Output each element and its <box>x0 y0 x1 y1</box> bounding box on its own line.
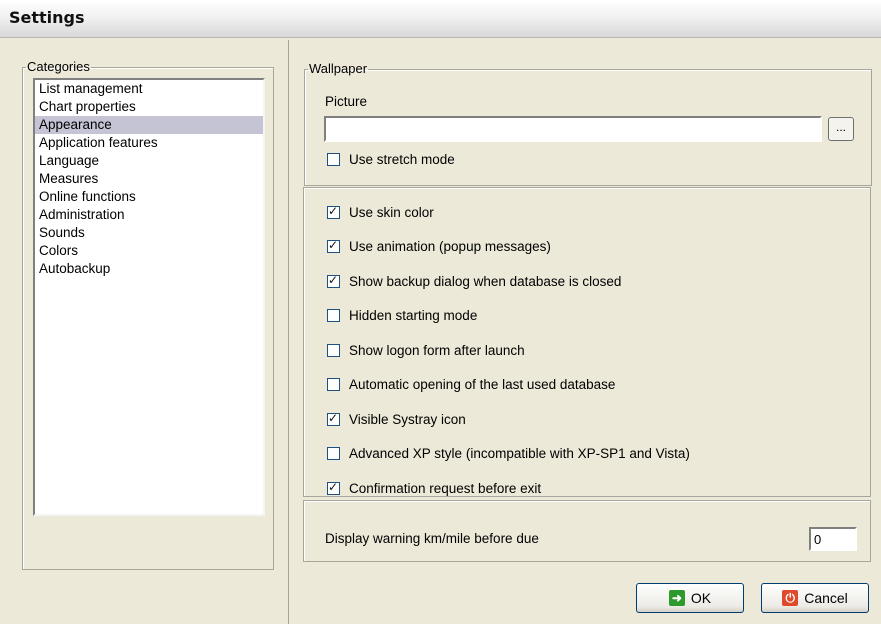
stretch-mode-label: Use stretch mode <box>349 151 455 167</box>
warning-value-input[interactable] <box>809 527 857 551</box>
category-item[interactable]: Autobackup <box>35 260 263 278</box>
cancel-button[interactable]: ⏻ Cancel <box>761 583 869 613</box>
category-item[interactable]: Appearance <box>35 116 263 134</box>
category-item[interactable]: Language <box>35 152 263 170</box>
option-label: Confirmation request before exit <box>349 480 542 496</box>
option-checkbox[interactable] <box>327 411 340 426</box>
ok-label: OK <box>690 590 712 606</box>
arrow-right-icon: ➜ <box>668 590 685 606</box>
option-checkbox-row[interactable]: Use skin color <box>327 203 434 221</box>
category-item[interactable]: Measures <box>35 170 263 188</box>
categories-legend: Categories <box>27 59 90 74</box>
option-label: Advanced XP style (incompatible with XP-… <box>349 445 690 461</box>
cancel-label: Cancel <box>804 590 848 606</box>
settings-window: Settings Categories List management Chart… <box>0 0 881 624</box>
stretch-mode-checkbox[interactable] <box>327 152 340 166</box>
option-checkbox[interactable] <box>327 446 340 460</box>
option-label: Use animation (popup messages) <box>349 238 551 254</box>
option-label: Show backup dialog when database is clos… <box>349 273 622 289</box>
option-checkbox-row[interactable]: Advanced XP style (incompatible with XP-… <box>327 444 690 462</box>
option-checkbox-row[interactable]: Automatic opening of the last used datab… <box>327 375 615 393</box>
option-label: Automatic opening of the last used datab… <box>349 376 616 392</box>
category-item[interactable]: Administration <box>35 206 263 224</box>
category-item[interactable]: Sounds <box>35 224 263 242</box>
power-icon: ⏻ <box>782 590 799 606</box>
option-checkbox-row[interactable]: Use animation (popup messages) <box>327 237 551 255</box>
categories-listbox[interactable]: List management Chart properties Appearanc… <box>33 78 265 516</box>
option-checkbox[interactable] <box>327 377 340 391</box>
ok-button[interactable]: ➜ OK <box>636 583 744 613</box>
option-checkbox[interactable] <box>327 308 340 322</box>
option-checkbox[interactable] <box>327 343 340 357</box>
category-item[interactable]: Online functions <box>35 188 263 206</box>
category-item[interactable]: List management <box>35 80 263 98</box>
wallpaper-legend: Wallpaper <box>309 61 368 76</box>
category-item[interactable]: Colors <box>35 242 263 260</box>
option-checkbox[interactable] <box>327 480 340 495</box>
picture-label: Picture <box>325 94 368 109</box>
option-checkbox[interactable] <box>327 238 340 253</box>
stretch-mode-checkbox-row[interactable]: Use stretch mode <box>327 150 455 168</box>
picture-path-input[interactable] <box>324 116 822 142</box>
option-checkbox-row[interactable]: Visible Systray icon <box>327 410 466 428</box>
option-checkbox-row[interactable]: Confirmation request before exit <box>327 479 541 497</box>
window-title: Settings <box>9 8 85 27</box>
option-label: Use skin color <box>349 204 434 220</box>
option-label: Show logon form after launch <box>349 342 525 358</box>
option-checkbox-row[interactable]: Show backup dialog when database is clos… <box>327 272 621 290</box>
option-checkbox[interactable] <box>327 273 340 288</box>
warning-label: Display warning km/mile before due <box>325 531 539 546</box>
browse-picture-button[interactable]: ... <box>828 117 854 141</box>
option-checkbox-row[interactable]: Show logon form after launch <box>327 341 525 359</box>
category-item[interactable]: Chart properties <box>35 98 263 116</box>
option-label: Hidden starting mode <box>349 307 478 323</box>
option-checkbox[interactable] <box>327 204 340 219</box>
title-bar[interactable]: Settings <box>0 0 881 38</box>
category-item[interactable]: Application features <box>35 134 263 152</box>
option-checkbox-row[interactable]: Hidden starting mode <box>327 306 477 324</box>
right-pane: Wallpaper Picture ... Use stretch mode U… <box>290 40 881 624</box>
option-label: Visible Systray icon <box>349 411 466 427</box>
